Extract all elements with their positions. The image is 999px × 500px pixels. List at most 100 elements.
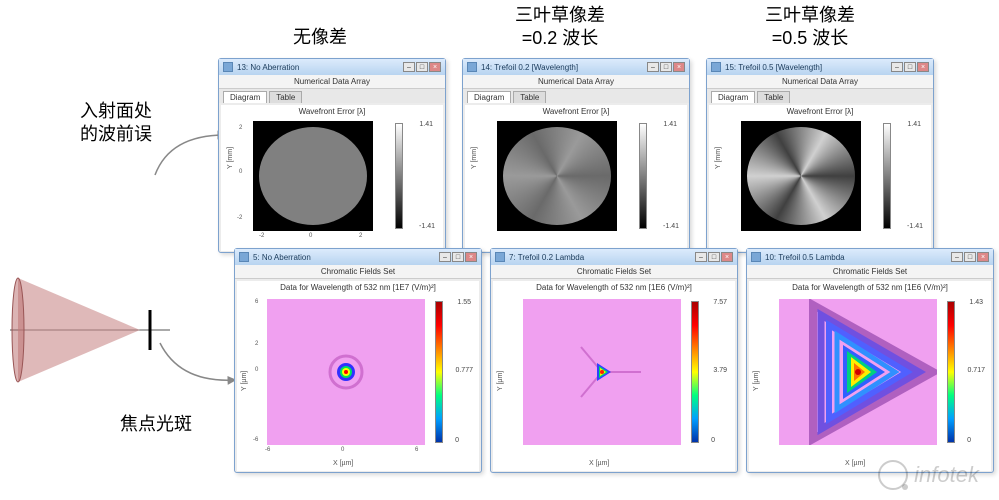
maximize-button[interactable]: □ — [416, 62, 428, 72]
cbar-min: -1.41 — [419, 223, 435, 230]
close-button[interactable]: × — [917, 62, 929, 72]
watermark: infotek — [878, 460, 979, 490]
wavefront-heatmap — [741, 121, 861, 231]
cbar-max: 1.41 — [663, 121, 677, 128]
cbar-mid: 0.777 — [455, 367, 473, 374]
titlebar[interactable]: 14: Trefoil 0.2 [Wavelength] – □ × — [463, 59, 689, 75]
maximize-button[interactable]: □ — [452, 252, 464, 262]
tab-table[interactable]: Table — [757, 91, 790, 103]
maximize-button[interactable]: □ — [660, 62, 672, 72]
menu-bar[interactable]: Chromatic Fields Set — [235, 265, 481, 279]
wavefront-plot-panel: Wavefront Error [λ] Y [mm] 1.41 -1.41 — [465, 105, 687, 251]
menu-bar[interactable]: Chromatic Fields Set — [747, 265, 993, 279]
minimize-button[interactable]: – — [647, 62, 659, 72]
cbar-max: 1.43 — [969, 299, 983, 306]
wavefront-heatmap — [253, 121, 373, 231]
window-icon — [711, 62, 721, 72]
maximize-button[interactable]: □ — [964, 252, 976, 262]
menu-bar[interactable]: Chromatic Fields Set — [491, 265, 737, 279]
menu-bar[interactable]: Numerical Data Array — [463, 75, 689, 89]
optics-schematic — [10, 270, 170, 390]
focus-arrow — [155, 338, 240, 388]
plot-title: Wavefront Error [λ] — [709, 105, 931, 116]
window-title: 13: No Aberration — [237, 63, 403, 72]
cbar-max: 1.41 — [907, 121, 921, 128]
cbar-mid: 3.79 — [713, 367, 727, 374]
focus-plot-panel: Data for Wavelength of 532 nm [1E7 (V/m)… — [237, 281, 479, 471]
cbar-min: -1.41 — [663, 223, 679, 230]
colorbar-gray — [395, 123, 403, 229]
x-axis-label: X [µm] — [589, 460, 609, 467]
titlebar[interactable]: 10: Trefoil 0.5 Lambda – □ × — [747, 249, 993, 265]
window-icon — [239, 252, 249, 262]
col2-line1: 三叶草像差 — [500, 4, 620, 27]
cbar-mid: 0.717 — [967, 367, 985, 374]
tab-table[interactable]: Table — [513, 91, 546, 103]
focus-window-1[interactable]: 5: No Aberration – □ × Chromatic Fields … — [234, 248, 482, 473]
focus-plot-panel: Data for Wavelength of 532 nm [1E6 (V/m)… — [749, 281, 991, 471]
wavefront-window-3[interactable]: 15: Trefoil 0.5 [Wavelength] – □ × Numer… — [706, 58, 934, 253]
wavefront-line2: 的波前误 — [80, 123, 152, 146]
cbar-min: 0 — [455, 437, 459, 444]
focus-heatmap — [779, 299, 937, 445]
cbar-min: -1.41 — [907, 223, 923, 230]
tab-diagram[interactable]: Diagram — [711, 91, 755, 103]
plot-title: Wavefront Error [λ] — [465, 105, 687, 116]
close-button[interactable]: × — [721, 252, 733, 262]
menu-bar[interactable]: Numerical Data Array — [219, 75, 445, 89]
maximize-button[interactable]: □ — [904, 62, 916, 72]
colorbar-hot — [691, 301, 699, 443]
titlebar[interactable]: 13: No Aberration – □ × — [219, 59, 445, 75]
tab-strip: Diagram Table — [707, 89, 933, 103]
maximize-button[interactable]: □ — [708, 252, 720, 262]
focus-window-2[interactable]: 7: Trefoil 0.2 Lambda – □ × Chromatic Fi… — [490, 248, 738, 473]
window-icon — [223, 62, 233, 72]
y-axis-label: Y [µm] — [241, 371, 248, 391]
menu-bar[interactable]: Numerical Data Array — [707, 75, 933, 89]
plot-title: Data for Wavelength of 532 nm [1E6 (V/m)… — [749, 281, 991, 292]
close-button[interactable]: × — [977, 252, 989, 262]
wavefront-window-1[interactable]: 13: No Aberration – □ × Numerical Data A… — [218, 58, 446, 253]
wavefront-heatmap — [497, 121, 617, 231]
wavefront-line1: 入射面处 — [80, 100, 152, 123]
minimize-button[interactable]: – — [891, 62, 903, 72]
titlebar[interactable]: 7: Trefoil 0.2 Lambda – □ × — [491, 249, 737, 265]
window-title: 15: Trefoil 0.5 [Wavelength] — [725, 63, 891, 72]
window-title: 5: No Aberration — [253, 253, 439, 262]
x-axis-label: X [µm] — [333, 460, 353, 467]
watermark-text: infotek — [914, 462, 979, 488]
wavefront-plot-panel: Wavefront Error [λ] Y [mm] 1.41 -1.41 — [709, 105, 931, 251]
col1-line1: 无像差 — [275, 26, 365, 49]
titlebar[interactable]: 15: Trefoil 0.5 [Wavelength] – □ × — [707, 59, 933, 75]
tab-diagram[interactable]: Diagram — [223, 91, 267, 103]
tab-diagram[interactable]: Diagram — [467, 91, 511, 103]
focus-spot-label: 焦点光斑 — [120, 410, 192, 436]
close-button[interactable]: × — [673, 62, 685, 72]
minimize-button[interactable]: – — [951, 252, 963, 262]
minimize-button[interactable]: – — [403, 62, 415, 72]
col-header-no-aberration: 无像差 — [275, 26, 365, 49]
titlebar[interactable]: 5: No Aberration – □ × — [235, 249, 481, 265]
window-title: 7: Trefoil 0.2 Lambda — [509, 253, 695, 262]
tab-table[interactable]: Table — [269, 91, 302, 103]
tab-strip: Diagram Table — [219, 89, 445, 103]
colorbar-gray — [883, 123, 891, 229]
plot-title: Data for Wavelength of 532 nm [1E7 (V/m)… — [237, 281, 479, 292]
wavefront-plot-panel: Wavefront Error [λ] Y [mm] 2 0 -2 -2 0 2… — [221, 105, 443, 251]
plot-title: Data for Wavelength of 532 nm [1E6 (V/m)… — [493, 281, 735, 292]
focus-heatmap — [523, 299, 681, 445]
colorbar-gray — [639, 123, 647, 229]
focus-window-3[interactable]: 10: Trefoil 0.5 Lambda – □ × Chromatic F… — [746, 248, 994, 473]
col3-line1: 三叶草像差 — [750, 4, 870, 27]
window-title: 10: Trefoil 0.5 Lambda — [765, 253, 951, 262]
cbar-max: 7.57 — [713, 299, 727, 306]
wavefront-window-2[interactable]: 14: Trefoil 0.2 [Wavelength] – □ × Numer… — [462, 58, 690, 253]
close-button[interactable]: × — [465, 252, 477, 262]
focus-plot-panel: Data for Wavelength of 532 nm [1E6 (V/m)… — [493, 281, 735, 471]
close-button[interactable]: × — [429, 62, 441, 72]
minimize-button[interactable]: – — [695, 252, 707, 262]
minimize-button[interactable]: – — [439, 252, 451, 262]
plot-title: Wavefront Error [λ] — [221, 105, 443, 116]
col-header-trefoil-02: 三叶草像差 =0.2 波长 — [500, 4, 620, 51]
cbar-min: 0 — [967, 437, 971, 444]
